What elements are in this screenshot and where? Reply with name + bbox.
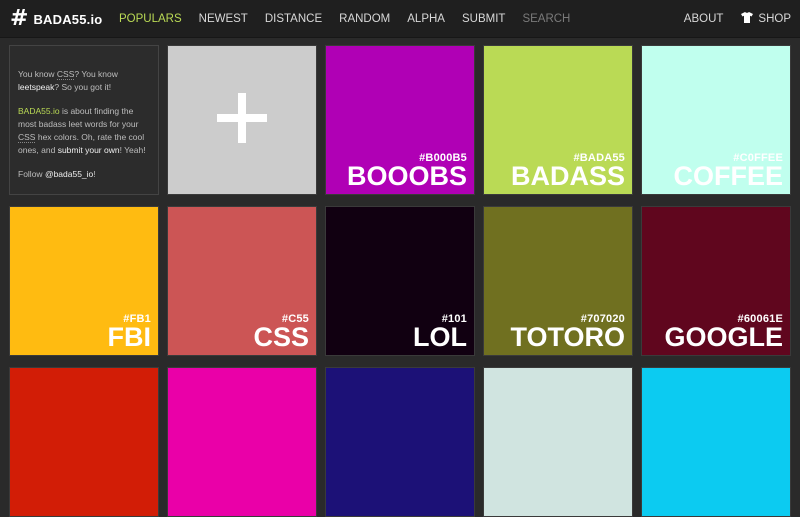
tile-word: COFFEE	[673, 161, 783, 191]
intro-paragraph-3: Follow @bada55_io!	[18, 168, 150, 181]
tile-word: GOOGLE	[664, 322, 783, 352]
color-tile[interactable]	[641, 367, 791, 517]
brand-logo[interactable]: # BADA55.io	[10, 7, 102, 31]
tile-word: LOL	[413, 322, 467, 352]
css-abbr: CSS	[18, 132, 36, 143]
intro-text: ! Yeah!	[119, 145, 146, 155]
shop-label: SHOP	[758, 12, 791, 25]
intro-text: ? You know	[74, 69, 118, 79]
intro-text: !	[93, 169, 96, 179]
intro-paragraph-2: BADA55.io is about finding the most bada…	[18, 105, 150, 157]
tshirt-icon	[741, 11, 754, 26]
nav-shop[interactable]: SHOP	[741, 11, 791, 26]
color-tile[interactable]: #BADA55 BADASS	[483, 45, 633, 195]
color-tile[interactable]: #60061E GOOGLE	[641, 206, 791, 356]
nav-newest[interactable]: NEWEST	[199, 13, 248, 25]
nav-distance[interactable]: DISTANCE	[265, 13, 322, 25]
color-tile[interactable]	[483, 367, 633, 517]
hash-icon: #	[10, 6, 29, 31]
color-tile[interactable]: #C55 CSS	[167, 206, 317, 356]
tile-word: CSS	[253, 322, 309, 352]
color-tile[interactable]	[167, 367, 317, 517]
intro-paragraph-1: You know CSS? You know leetspeak? So you…	[18, 68, 150, 94]
top-navbar: # BADA55.io POPULARS NEWEST DISTANCE RAN…	[0, 0, 800, 38]
plus-icon	[217, 92, 267, 148]
intro-text: ? So you got it!	[54, 82, 112, 92]
nav-about[interactable]: ABOUT	[684, 13, 724, 25]
color-tile[interactable]	[325, 367, 475, 517]
nav-submit[interactable]: SUBMIT	[462, 13, 505, 25]
submit-link[interactable]: submit your own	[58, 145, 120, 155]
tile-word: TOTORO	[510, 322, 625, 352]
twitter-link[interactable]: @bada55_io	[45, 169, 93, 179]
nav-random[interactable]: RANDOM	[339, 13, 390, 25]
nav-alpha[interactable]: ALPHA	[407, 13, 445, 25]
tile-word: FBI	[107, 322, 152, 352]
add-color-button[interactable]	[167, 45, 317, 195]
tile-word: BOOOBS	[346, 161, 467, 191]
css-abbr: CSS	[56, 69, 75, 80]
color-tile[interactable]: #B000B5 BOOOBS	[325, 45, 475, 195]
leetspeak-link[interactable]: leetspeak	[18, 82, 54, 92]
right-nav: ABOUT SHOP	[666, 0, 791, 37]
brand-name: BADA55.io	[33, 11, 103, 27]
tile-word: BADASS	[510, 161, 625, 191]
color-tile[interactable]: #101 LOL	[325, 206, 475, 356]
main-nav: POPULARS NEWEST DISTANCE RANDOM ALPHA SU…	[119, 0, 593, 37]
nav-populars[interactable]: POPULARS	[119, 13, 182, 25]
color-tile[interactable]: #707020 TOTORO	[483, 206, 633, 356]
brand-mention: BADA55.io	[18, 106, 60, 116]
color-tile[interactable]: #FB1 FBI	[9, 206, 159, 356]
intro-text: Follow	[18, 169, 45, 179]
intro-text: You know	[18, 69, 57, 79]
color-tile[interactable]	[9, 367, 159, 517]
color-tile[interactable]: #C0FFEE COFFEE	[641, 45, 791, 195]
search-input[interactable]	[522, 12, 593, 25]
intro-panel: You know CSS? You know leetspeak? So you…	[9, 45, 159, 195]
